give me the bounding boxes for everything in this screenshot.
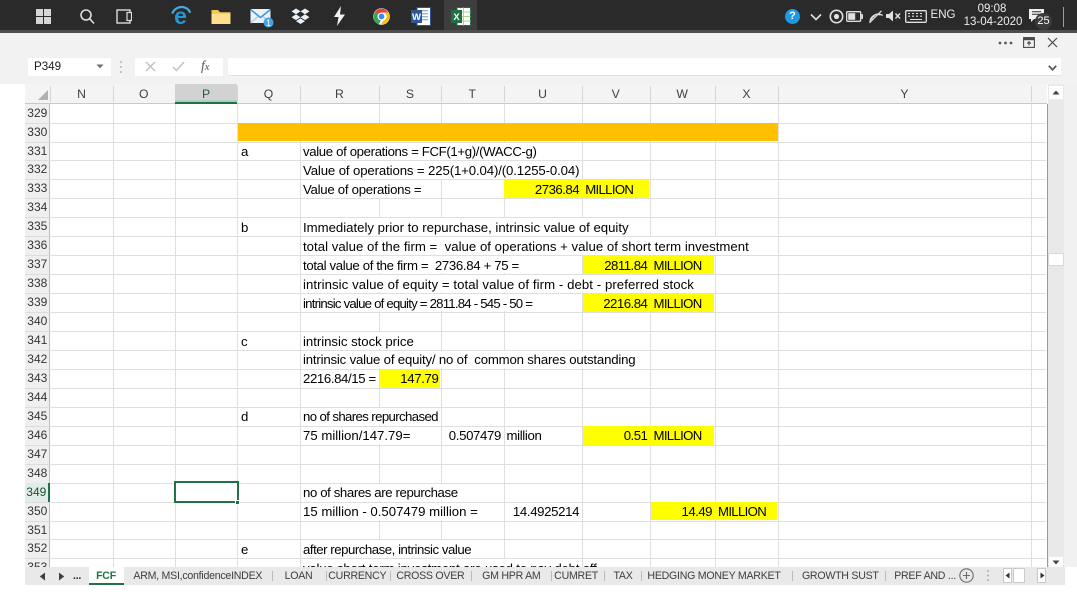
svg-text:W: W [412, 12, 421, 23]
svg-text:1: 1 [266, 18, 271, 28]
svg-text:X: X [453, 12, 460, 23]
